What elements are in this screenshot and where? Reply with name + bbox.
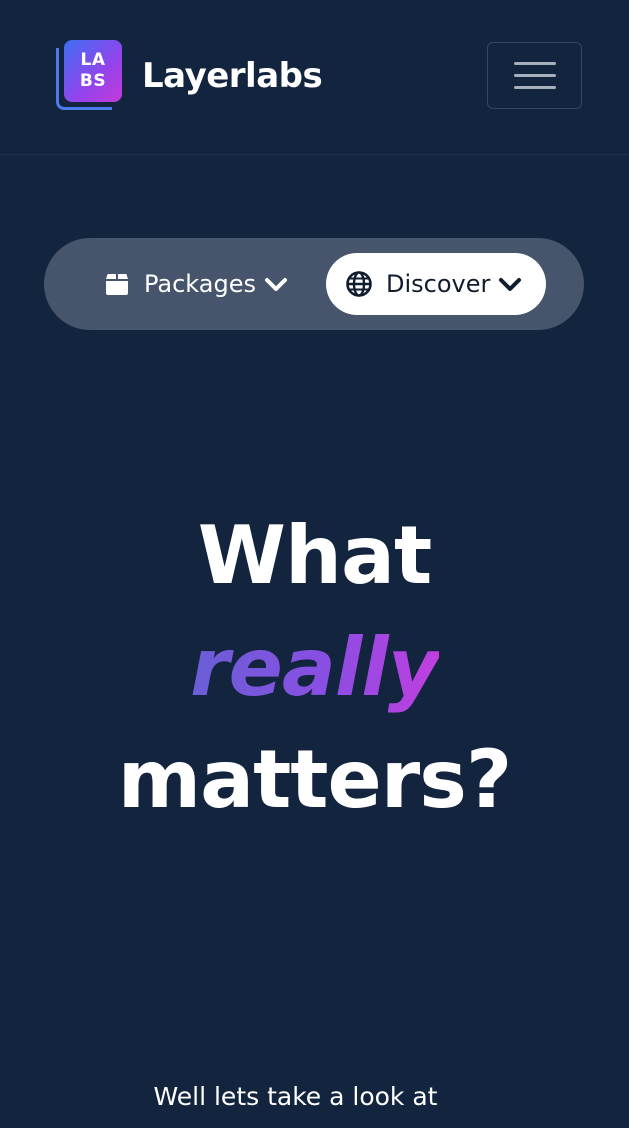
globe-icon	[346, 271, 372, 297]
logo-badge: LA BS	[64, 40, 122, 102]
brand-logo: LA BS	[56, 40, 122, 112]
logo-text-line1: LA	[80, 50, 106, 70]
nav-item-discover-label: Discover	[386, 270, 491, 298]
logo-text-line2: BS	[79, 71, 107, 91]
hamburger-menu-icon-bar-middle	[513, 74, 556, 77]
nav-item-packages-label: Packages	[144, 270, 256, 298]
hamburger-menu-icon-bar-bottom	[513, 86, 556, 89]
navbar: LA BS Layerlabs	[0, 0, 629, 155]
pill-navigation: Packages Discover	[44, 238, 584, 330]
hero-heading: What really matters?	[0, 500, 629, 836]
box-icon	[104, 271, 130, 297]
menu-toggle-button[interactable]	[487, 42, 582, 109]
brand-link[interactable]: LA BS Layerlabs	[56, 40, 323, 112]
chevron-down-icon	[498, 272, 522, 296]
hero-lead-text: Well lets take a look at	[153, 1082, 438, 1111]
chevron-down-icon	[264, 272, 288, 296]
hero-line-what: What	[197, 509, 432, 602]
brand-name: Layerlabs	[142, 56, 323, 96]
hero-accent-really: really	[190, 612, 440, 724]
nav-item-packages[interactable]: Packages	[82, 253, 352, 315]
hero-line-matters: matters?	[117, 733, 513, 826]
nav-item-discover[interactable]: Discover	[326, 253, 546, 315]
hamburger-menu-icon-bar-top	[513, 62, 556, 65]
